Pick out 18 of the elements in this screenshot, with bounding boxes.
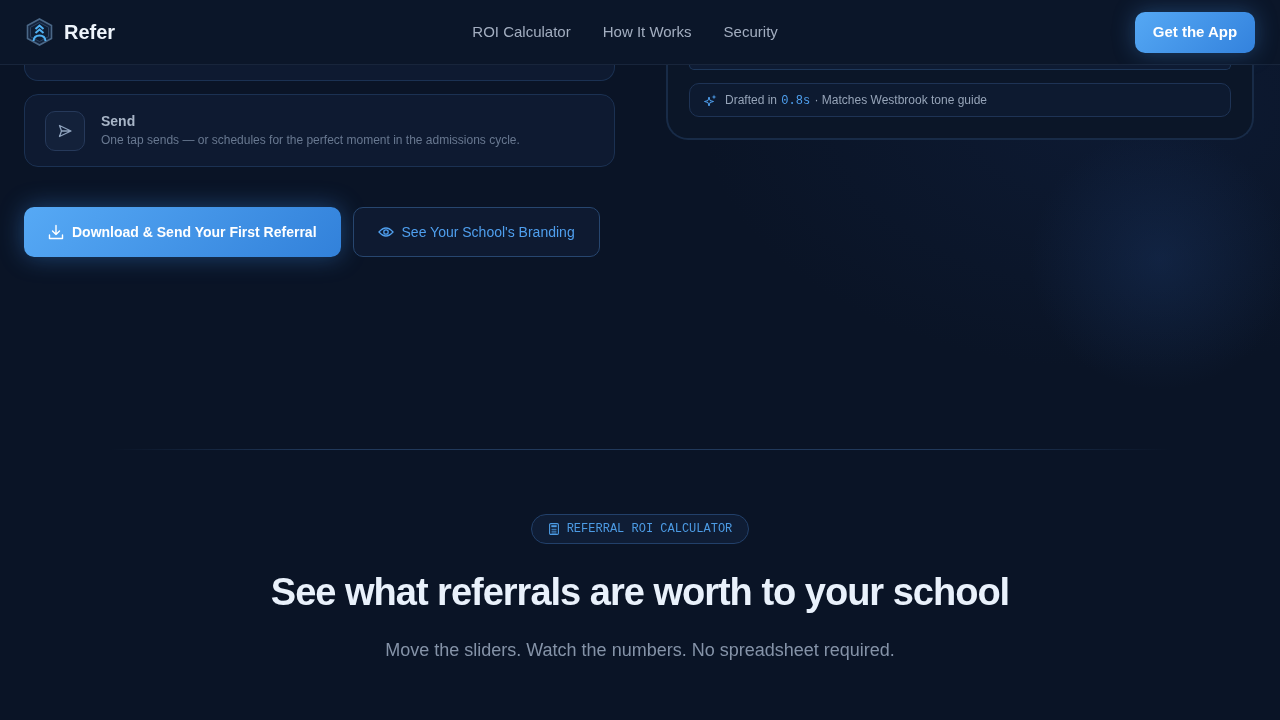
paper-plane-icon [45,110,85,151]
see-branding-button[interactable]: See Your School's Branding [352,207,600,257]
nav-link[interactable]: ROI Calculator [472,20,571,44]
section-heading: See what referrals are worth to your school [269,570,1011,615]
calculator-icon [548,523,559,535]
eye-icon [377,224,394,240]
section-badge: REFERRAL ROI CALCULATOR [530,514,750,544]
nav-link[interactable]: How It Works [602,20,692,44]
step-description: One tap sends — or schedules for the perfect moment in the admissions cycle. [101,132,520,149]
shield-logo-icon [26,18,53,46]
step-title: Send [101,112,137,130]
nav-link[interactable]: Security [723,20,778,44]
download-icon [48,224,64,240]
brand-link[interactable]: Refer [26,17,116,47]
section-subtitle: Move the sliders. Watch the numbers. No spreadsheet required. [384,638,896,662]
brand-name: Refer [64,20,116,45]
sparkle-icon [704,93,717,107]
draft-status-text: Drafted in 0.8s · Matches Westbrook tone guide [725,91,988,110]
